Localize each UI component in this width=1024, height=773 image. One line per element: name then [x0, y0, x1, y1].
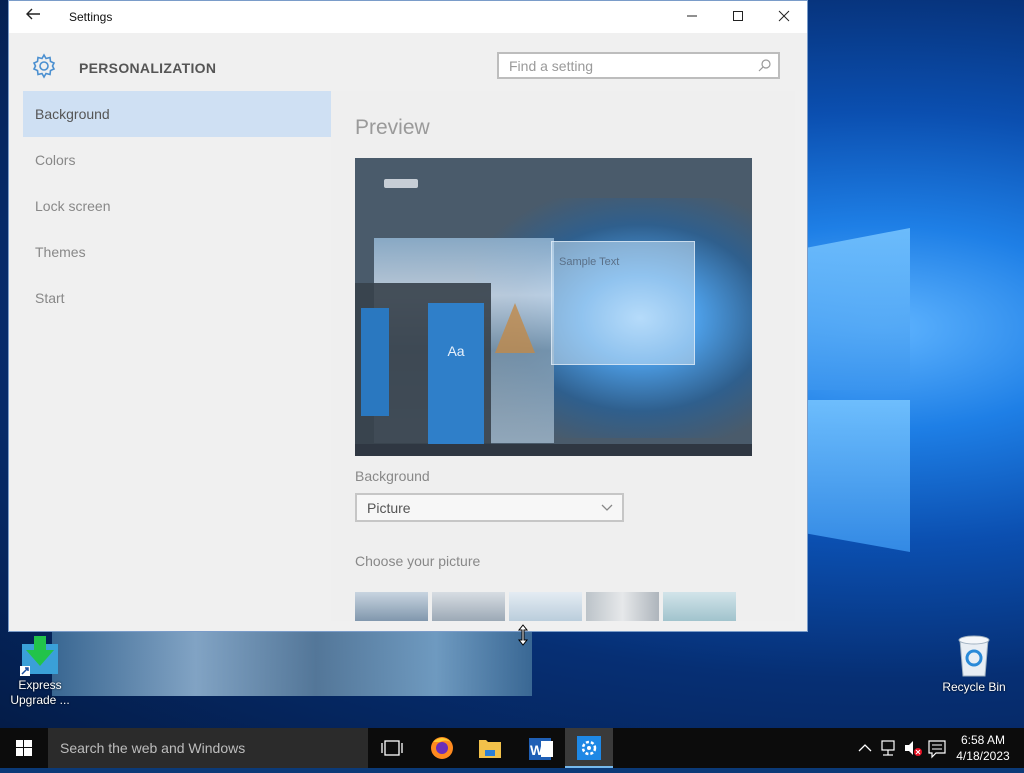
desktop-icon-label: Recycle Bin	[942, 680, 1006, 694]
minimize-icon	[687, 15, 697, 17]
volume-muted-icon	[905, 741, 922, 756]
clock-time: 6:58 AM	[960, 733, 1006, 747]
sidebar-item-background[interactable]: Background	[23, 91, 331, 137]
background-label: Background	[355, 468, 430, 484]
sidebar-item-themes[interactable]: Themes	[23, 229, 331, 275]
taskbar-app-file-explorer[interactable]	[466, 728, 514, 768]
taskbar-app-word[interactable]: W	[515, 728, 563, 768]
windows-logo-pane	[808, 228, 910, 390]
maximize-icon	[733, 11, 743, 21]
settings-gear-icon	[577, 736, 601, 760]
window-title: Settings	[69, 10, 113, 24]
chevron-down-icon	[601, 504, 613, 511]
task-view-button[interactable]	[368, 728, 416, 768]
desktop-icon-recycle-bin[interactable]: Recycle Bin	[934, 632, 1014, 695]
picture-thumbnail[interactable]	[509, 592, 582, 621]
start-button[interactable]	[0, 728, 48, 768]
word-icon: W	[529, 738, 553, 760]
volume-tray-button[interactable]	[901, 728, 925, 768]
page-header: PERSONALIZATION	[9, 33, 807, 91]
maximize-button[interactable]	[715, 1, 761, 33]
window-drag-ghost	[52, 632, 532, 696]
action-center-button[interactable]	[926, 728, 948, 768]
background-select[interactable]: Picture	[355, 493, 624, 522]
page-title: PERSONALIZATION	[79, 60, 217, 76]
svg-text:W: W	[530, 742, 544, 758]
search-icon[interactable]	[758, 58, 772, 72]
search-input[interactable]	[507, 54, 751, 78]
settings-window: Settings PERSONALIZATION Background	[8, 0, 808, 632]
sidebar-item-start[interactable]: Start	[23, 275, 331, 321]
taskbar-search-placeholder: Search the web and Windows	[60, 740, 246, 756]
picture-thumbnail[interactable]	[663, 592, 736, 621]
preview-tile-text: Aa	[447, 343, 465, 359]
picture-thumbnail[interactable]	[586, 592, 659, 621]
windows-start-icon	[16, 740, 32, 756]
firefox-icon	[431, 737, 453, 759]
sidebar-item-colors[interactable]: Colors	[23, 137, 331, 183]
close-button[interactable]	[761, 1, 807, 33]
preview-start-list	[361, 308, 389, 416]
preview-tiles: Aa	[428, 303, 484, 444]
download-arrow-icon	[20, 636, 58, 676]
windows-logo-pane	[808, 400, 910, 552]
choose-picture-label: Choose your picture	[355, 553, 481, 569]
preview-window: Sample Text	[551, 241, 695, 365]
show-hidden-icons-button[interactable]	[855, 728, 875, 768]
network-icon	[881, 740, 895, 756]
picture-thumbnail[interactable]	[432, 592, 505, 621]
taskbar-search[interactable]: Search the web and Windows	[48, 728, 368, 768]
back-arrow-icon[interactable]	[21, 6, 45, 28]
picture-thumbnail[interactable]	[355, 592, 428, 621]
preview-window-chip	[384, 179, 418, 188]
sidebar-item-lock-screen[interactable]: Lock screen	[23, 183, 331, 229]
sidebar: Background Colors Lock screen Themes Sta…	[23, 91, 331, 621]
search-box[interactable]	[497, 52, 780, 79]
background-preview: Aa Sample Text	[355, 158, 752, 456]
gear-icon	[32, 53, 56, 79]
background-select-value: Picture	[367, 500, 411, 516]
close-icon	[778, 10, 790, 22]
preview-sample-text: Sample Text	[559, 256, 620, 268]
preview-taskbar	[355, 444, 752, 456]
clock-date: 4/18/2023	[956, 749, 1010, 763]
task-view-icon	[381, 740, 403, 756]
section-title: Preview	[355, 116, 430, 139]
content-pane: Preview Aa Sample Text Background Pictur…	[331, 91, 795, 621]
desktop-icon-express-upgrade[interactable]: Express Upgrade ...	[0, 636, 80, 708]
folder-icon	[479, 740, 501, 758]
taskbar: Search the web and Windows W 6:58 AM 4/1…	[0, 728, 1024, 768]
network-tray-button[interactable]	[877, 728, 901, 768]
chevron-up-icon	[858, 744, 872, 752]
action-center-icon	[928, 740, 946, 759]
desktop-icon-label: Express Upgrade ...	[10, 678, 70, 707]
minimize-button[interactable]	[669, 1, 715, 33]
resize-cursor-icon	[517, 624, 529, 646]
taskbar-app-settings[interactable]	[565, 728, 613, 768]
recycle-bin-icon	[958, 635, 990, 677]
taskbar-app-firefox[interactable]	[418, 728, 466, 768]
taskbar-clock[interactable]: 6:58 AM 4/18/2023	[950, 732, 1016, 764]
title-bar[interactable]: Settings	[9, 1, 807, 33]
